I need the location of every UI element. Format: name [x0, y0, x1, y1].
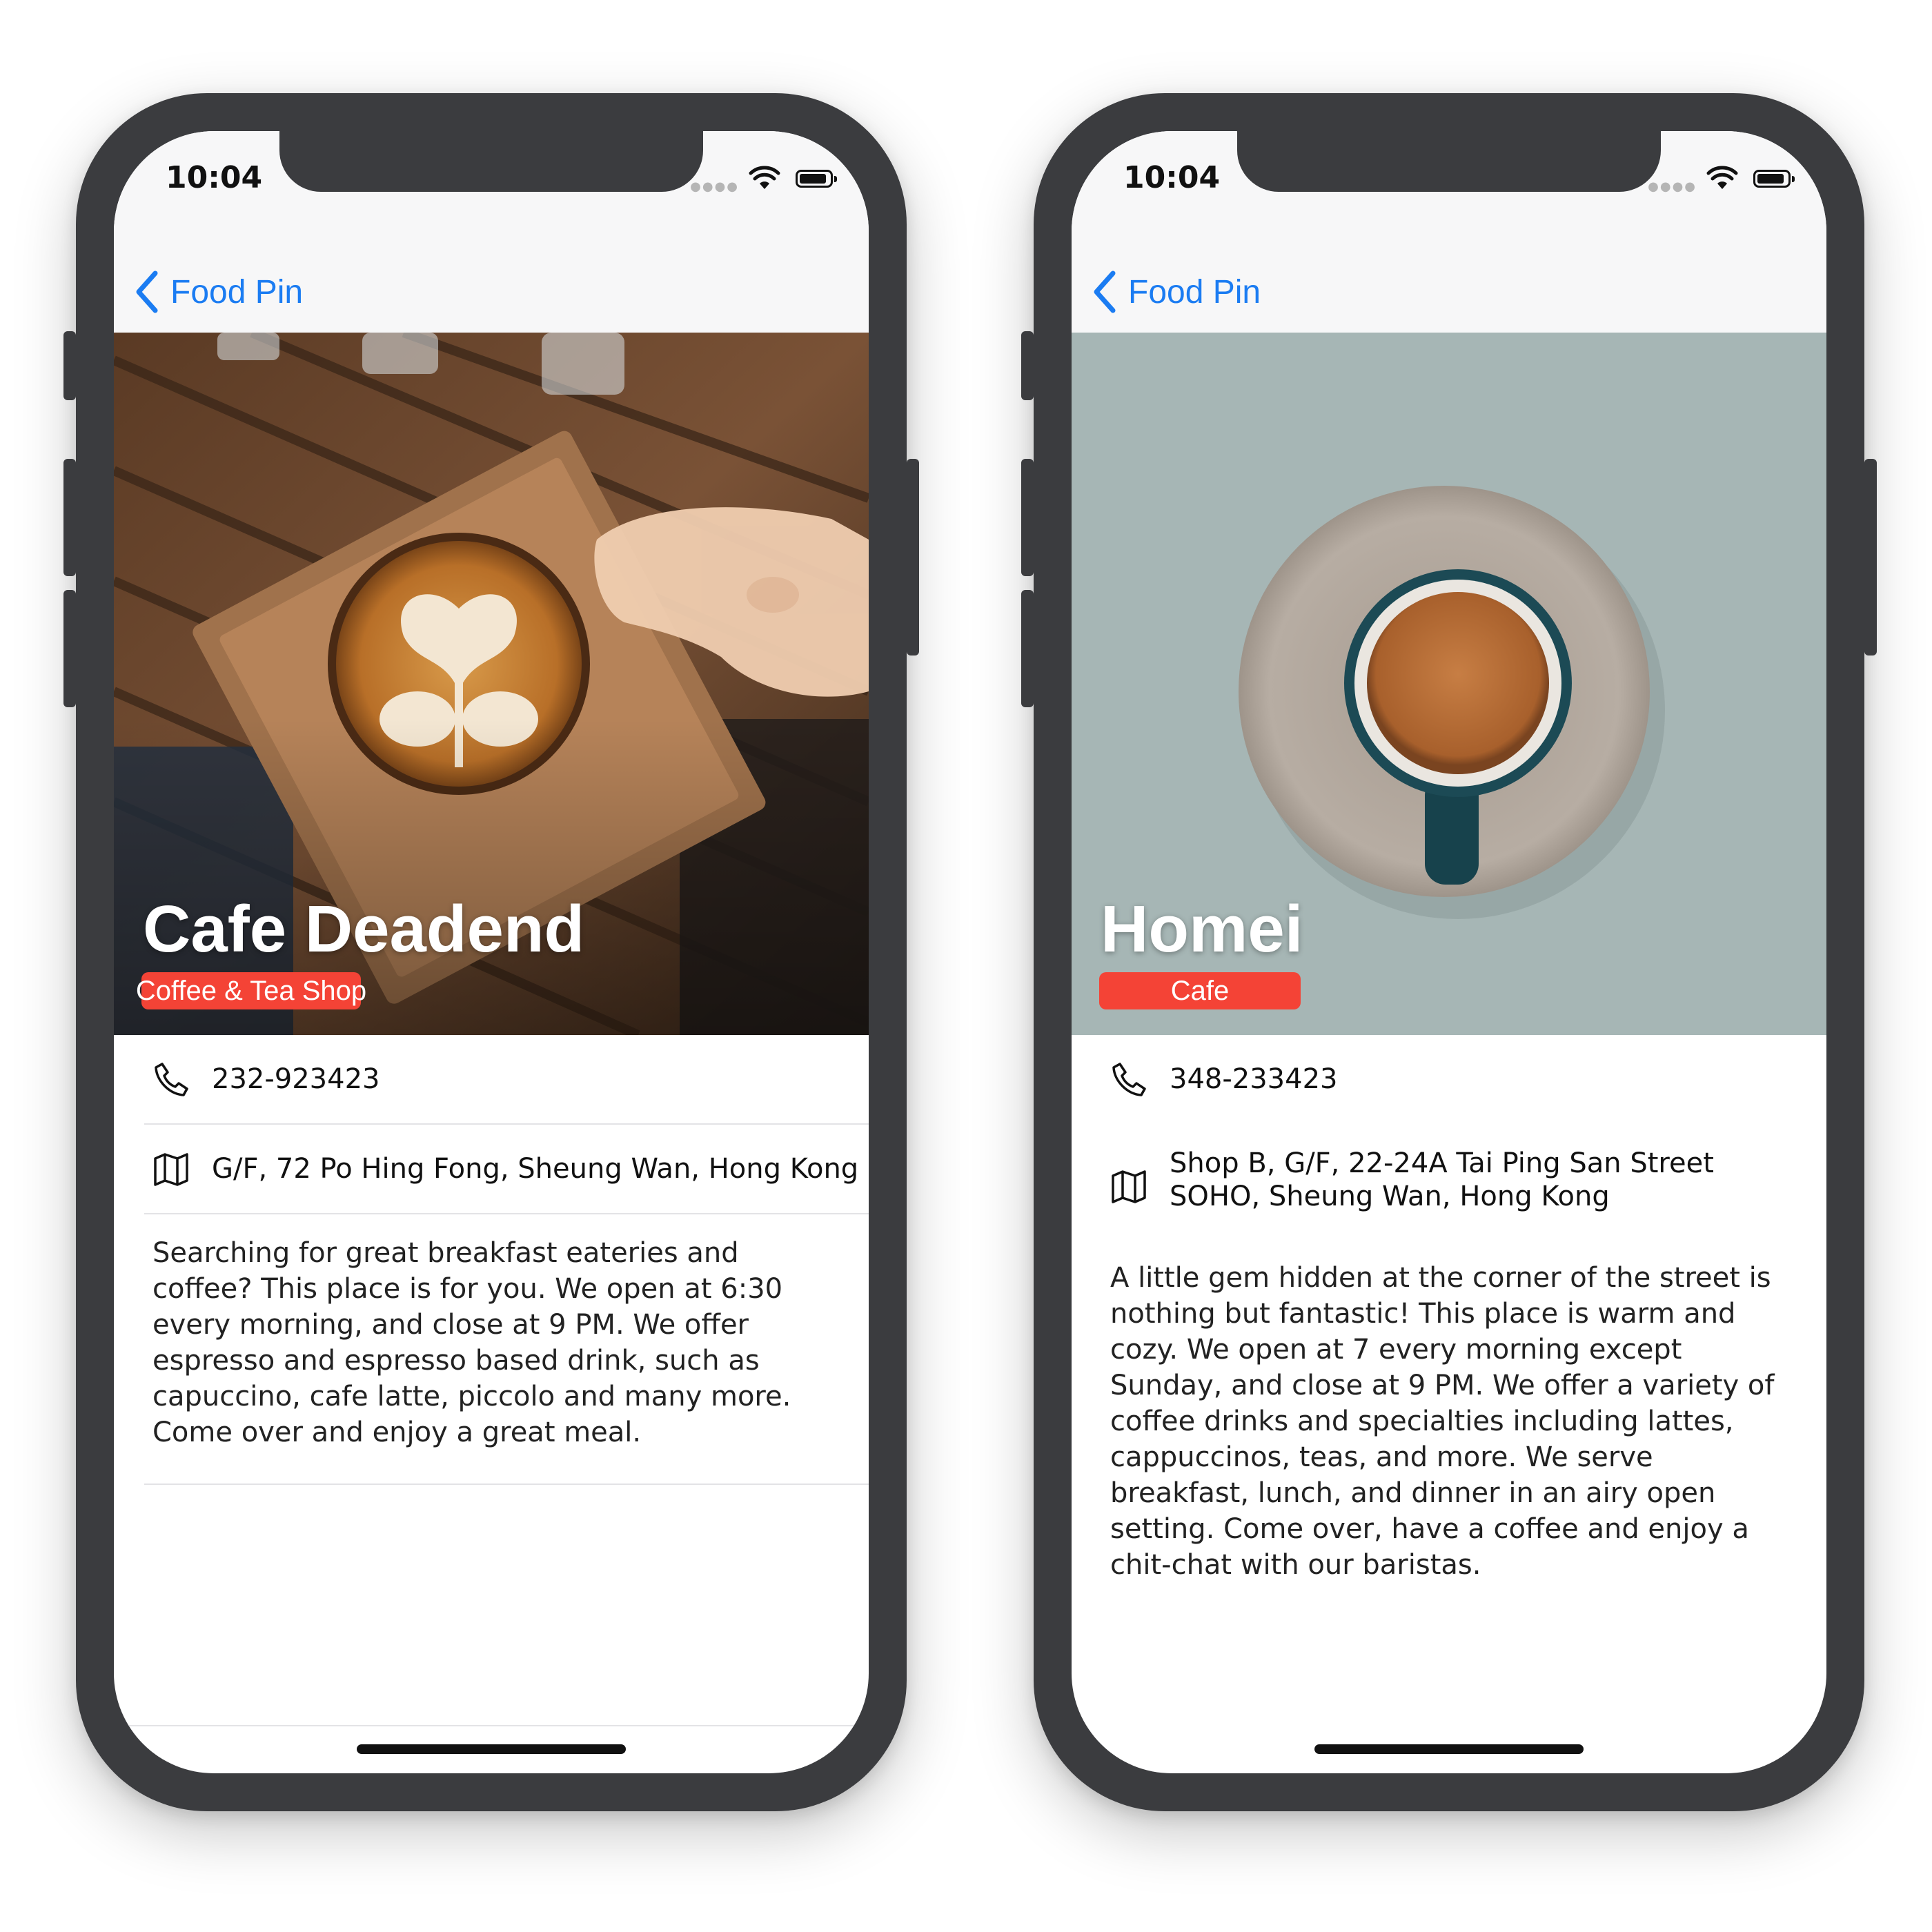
chevron-left-icon: [136, 270, 158, 313]
map-icon: [1112, 1170, 1146, 1203]
wifi-icon: [749, 166, 780, 189]
restaurant-name: Homei: [1101, 892, 1303, 966]
phone-frame-homei: 10:04 ●●●● Food Pin Homei Cafe 348-23342…: [1021, 93, 1877, 1811]
notch: [1237, 131, 1661, 192]
address-row[interactable]: Shop B, G/F, 22-24A Tai Ping San Street …: [1072, 1132, 1826, 1235]
header-image: Homei Cafe: [1072, 333, 1826, 1035]
restaurant-type-badge: Cafe: [1099, 972, 1301, 1009]
restaurant-description: Searching for great breakfast eateries a…: [152, 1237, 791, 1448]
power-button: [907, 459, 919, 656]
chevron-left-icon: [1094, 270, 1116, 313]
navigation-bar: Food Pin: [114, 255, 869, 333]
back-button[interactable]: Food Pin: [1091, 268, 1261, 316]
back-button[interactable]: Food Pin: [133, 268, 303, 316]
signal-icon: ●●●●: [690, 179, 739, 194]
home-indicator[interactable]: [1314, 1744, 1584, 1754]
back-button-label: Food Pin: [170, 273, 304, 310]
phone-icon: [155, 1063, 188, 1096]
wifi-icon: [1706, 166, 1738, 189]
mute-switch: [63, 331, 76, 400]
restaurant-name: Cafe Deadend: [143, 892, 585, 966]
phone-frame-cafe-deadend: 10:04 ●●●● Food Pin Cafe Deadend Coffee …: [63, 93, 919, 1811]
volume-down-button: [1021, 590, 1034, 707]
mute-switch: [1021, 331, 1034, 400]
map-icon: [154, 1153, 188, 1186]
volume-down-button: [63, 590, 76, 707]
battery-icon: [796, 170, 837, 188]
volume-up-button: [1021, 459, 1034, 576]
address-row[interactable]: G/F, 72 Po Hing Fong, Sheung Wan, Hong K…: [114, 1125, 869, 1213]
restaurant-type-badge: Coffee & Tea Shop: [136, 972, 366, 1009]
phone-row[interactable]: 232-923423: [114, 1035, 869, 1123]
volume-up-button: [63, 459, 76, 576]
header-image: Cafe Deadend Coffee & Tea Shop: [114, 333, 869, 1035]
phone-number: 232-923423: [212, 1063, 380, 1095]
address-text: G/F, 72 Po Hing Fong, Sheung Wan, Hong K…: [212, 1153, 859, 1185]
restaurant-description: A little gem hidden at the corner of the…: [1110, 1262, 1775, 1581]
status-time: 10:04: [166, 160, 263, 195]
status-time: 10:04: [1123, 160, 1221, 195]
divider: [114, 1725, 869, 1726]
screen: 10:04 ●●●● Food Pin: [114, 131, 869, 1773]
battery-icon: [1753, 170, 1795, 188]
address-text: Shop B, G/F, 22-24A Tai Ping San Street …: [1170, 1147, 1714, 1212]
navigation-bar: Food Pin: [1072, 255, 1826, 333]
home-indicator[interactable]: [357, 1744, 626, 1754]
phone-icon: [1112, 1063, 1146, 1096]
power-button: [1864, 459, 1877, 656]
phone-number: 348-233423: [1170, 1063, 1338, 1095]
phone-row[interactable]: 348-233423: [1072, 1035, 1826, 1123]
back-button-label: Food Pin: [1128, 273, 1261, 310]
divider: [144, 1483, 869, 1485]
signal-icon: ●●●●: [1648, 179, 1697, 194]
notch: [279, 131, 703, 192]
screen: 10:04 ●●●● Food Pin: [1072, 131, 1826, 1773]
divider: [144, 1213, 869, 1214]
